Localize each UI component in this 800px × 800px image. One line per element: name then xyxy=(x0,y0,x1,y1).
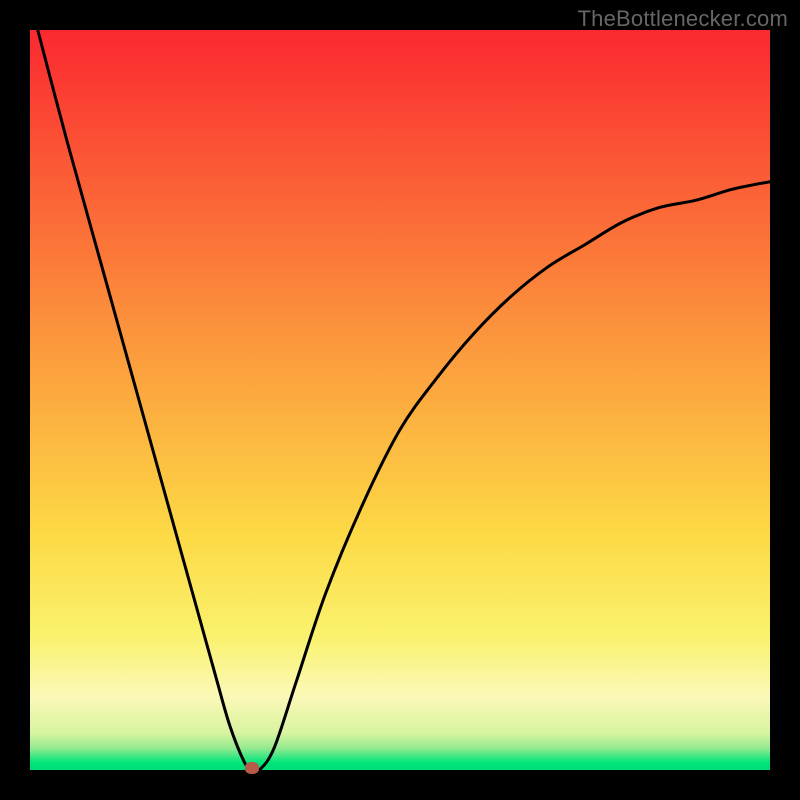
gradient-rect xyxy=(30,30,770,770)
background-gradient xyxy=(30,30,770,770)
watermark-text: TheBottlenecker.com xyxy=(578,6,788,32)
plot-area xyxy=(30,30,770,770)
chart-frame: TheBottlenecker.com xyxy=(0,0,800,800)
min-point-marker xyxy=(245,762,259,774)
